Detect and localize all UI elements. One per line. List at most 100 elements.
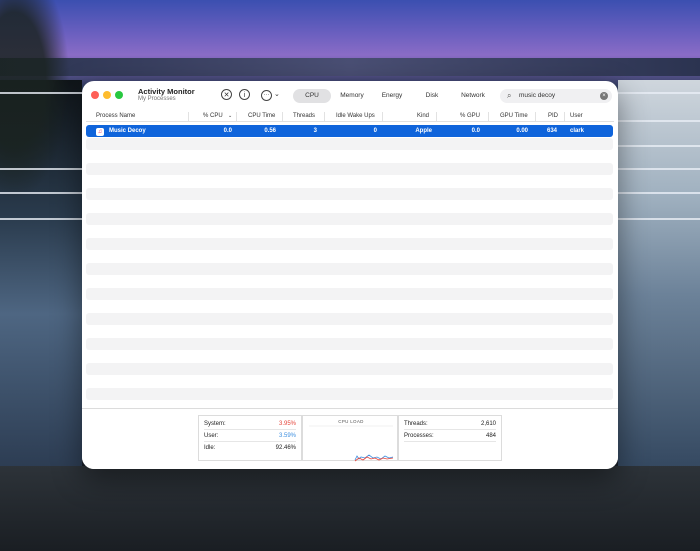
process-gpu-time: 0.00 <box>516 128 528 134</box>
window-subtitle: My Processes <box>138 96 176 102</box>
background-light-stripe <box>618 168 700 170</box>
column-divider <box>282 112 283 121</box>
table-row <box>86 138 613 150</box>
column-process-name[interactable]: Process Name <box>96 113 135 119</box>
process-idle-wake-ups: 0 <box>373 128 377 134</box>
cpu-summary-footer: System: 3.95% User: 3.59% Idle: 92.46% C… <box>82 408 618 469</box>
titlebar: Activity Monitor My Processes ✕ i ··· ⌄ … <box>82 81 618 109</box>
column-divider <box>188 112 189 121</box>
threads-value: 2,610 <box>480 421 496 427</box>
process-cpu-time: 0.56 <box>264 128 276 134</box>
tab-bar: CPU Memory Energy Disk Network <box>293 89 493 103</box>
column-cpu[interactable]: % CPU <box>203 113 223 119</box>
cpu-load-graph <box>309 425 394 462</box>
background-light-stripe <box>618 120 700 122</box>
background-plaza <box>0 466 700 551</box>
system-label: System: <box>204 421 226 427</box>
more-actions-button[interactable]: ··· ⌄ <box>261 89 283 101</box>
ellipsis-icon: ··· <box>261 90 272 101</box>
table-header: Process Name % CPU ⌄ CPU Time Threads Id… <box>86 111 614 122</box>
background-right-building <box>618 80 700 470</box>
tab-energy[interactable]: Energy <box>373 89 411 103</box>
table-row <box>86 263 613 275</box>
column-cpu-time[interactable]: CPU Time <box>248 113 275 119</box>
column-divider <box>324 112 325 121</box>
processes-value: 484 <box>485 433 496 439</box>
column-gpu[interactable]: % GPU <box>460 113 480 119</box>
tab-network[interactable]: Network <box>453 89 493 103</box>
column-kind[interactable]: Kind <box>417 113 429 119</box>
tab-memory[interactable]: Memory <box>331 89 373 103</box>
search-icon: ⌕ <box>507 91 512 100</box>
search-input[interactable]: music decoy <box>519 92 555 99</box>
cpu-usage-panel: System: 3.95% User: 3.59% Idle: 92.46% <box>198 415 302 461</box>
music-decoy-app-icon: ♫ <box>96 128 104 136</box>
user-stat: User: 3.59% <box>204 431 296 442</box>
background-light-stripe <box>618 92 700 94</box>
background-light-stripe <box>618 192 700 194</box>
table-row <box>86 213 613 225</box>
table-row <box>86 338 613 350</box>
minimize-window-button[interactable] <box>103 91 111 99</box>
tab-disk[interactable]: Disk <box>411 89 453 103</box>
tab-cpu[interactable]: CPU <box>293 89 331 103</box>
process-gpu: 0.0 <box>471 128 480 134</box>
background-light-stripe <box>0 92 82 94</box>
window-title: Activity Monitor <box>138 87 195 96</box>
column-idle-wake-ups[interactable]: Idle Wake Ups <box>336 113 375 119</box>
process-user: clark <box>570 128 585 134</box>
background-light-stripe <box>0 218 82 220</box>
x-circle-icon: ✕ <box>223 92 230 99</box>
sort-chevron-icon: ⌄ <box>228 113 233 119</box>
table-row <box>86 163 613 175</box>
close-window-button[interactable] <box>91 91 99 99</box>
background-tree <box>0 0 70 200</box>
column-gpu-time[interactable]: GPU Time <box>500 113 528 119</box>
column-threads[interactable]: Threads <box>293 113 315 119</box>
clear-search-icon[interactable]: × <box>600 92 608 100</box>
activity-monitor-window: Activity Monitor My Processes ✕ i ··· ⌄ … <box>82 81 618 469</box>
table-row <box>86 313 613 325</box>
user-label: User: <box>204 433 219 439</box>
column-divider <box>382 112 383 121</box>
column-divider <box>488 112 489 121</box>
zoom-window-button[interactable] <box>115 91 123 99</box>
info-icon: i <box>243 92 246 99</box>
stop-process-button[interactable]: ✕ <box>221 89 232 100</box>
process-threads: 3 <box>313 128 317 134</box>
process-pid: 634 <box>546 128 557 134</box>
background-light-stripe <box>0 168 82 170</box>
column-divider <box>236 112 237 121</box>
threads-processes-panel: Threads: 2,610 Processes: 484 <box>398 415 502 461</box>
process-cpu: 0.0 <box>223 128 232 134</box>
table-row-selected[interactable]: ♫ Music Decoy 0.0 0.56 3 0 Apple 0.0 0.0… <box>86 125 613 137</box>
processes-label: Processes: <box>404 433 434 439</box>
background-building-roof <box>0 58 700 76</box>
table-row <box>86 288 613 300</box>
background-light-stripe <box>618 145 700 147</box>
processes-stat: Processes: 484 <box>404 431 496 442</box>
idle-value: 92.46% <box>275 445 296 451</box>
system-stat: System: 3.95% <box>204 419 296 430</box>
column-divider <box>564 112 565 121</box>
user-value: 3.59% <box>278 433 296 439</box>
threads-stat: Threads: 2,610 <box>404 419 496 430</box>
column-pid[interactable]: PID <box>548 113 558 119</box>
search-field[interactable]: ⌕ music decoy × <box>500 89 612 103</box>
system-value: 3.95% <box>278 421 296 427</box>
table-row <box>86 363 613 375</box>
column-divider <box>436 112 437 121</box>
chevron-down-icon: ⌄ <box>273 91 280 98</box>
table-row <box>86 188 613 200</box>
background-light-stripe <box>618 218 700 220</box>
column-divider <box>535 112 536 121</box>
process-name: Music Decoy <box>109 128 146 134</box>
background-light-stripe <box>0 192 82 194</box>
cpu-load-panel: CPU LOAD <box>302 415 398 462</box>
idle-stat: Idle: 92.46% <box>204 443 296 453</box>
process-kind: Apple <box>415 128 432 134</box>
threads-label: Threads: <box>404 421 428 427</box>
column-user[interactable]: User <box>570 113 583 119</box>
table-row <box>86 238 613 250</box>
inspect-process-button[interactable]: i <box>239 89 250 100</box>
